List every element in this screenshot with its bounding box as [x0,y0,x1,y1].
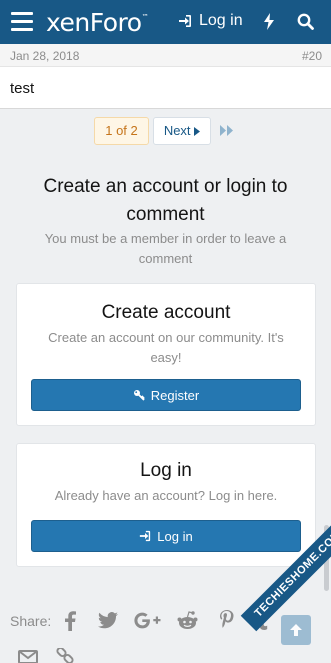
login-card: Log in Already have an account? Log in h… [16,443,316,567]
pagination: 1 of 2 Next [0,117,331,145]
page-indicator[interactable]: 1 of 2 [94,117,149,145]
header-login-button[interactable]: Log in [178,12,243,30]
arrow-up-icon [290,624,302,636]
pinterest-icon[interactable] [220,610,234,630]
google-plus-icon[interactable] [134,612,161,629]
register-label: Register [150,387,200,403]
search-icon[interactable] [297,13,314,30]
post-body: test [10,80,35,97]
caret-right-icon [194,127,201,136]
reddit-icon[interactable] [177,611,198,630]
menu-icon[interactable] [11,12,33,31]
comment-cta-title: Create an account or login to comment [43,176,288,225]
next-page-label: Next [163,123,191,138]
sign-in-icon [179,15,191,27]
create-account-card: Create account Create an account on our … [16,283,316,426]
email-icon[interactable] [18,650,38,663]
login-button[interactable]: Log in [31,520,301,552]
create-account-description: Create an account on our community. It's… [48,330,284,365]
link-icon[interactable] [56,648,74,663]
last-page-icon[interactable] [220,125,234,136]
login-title: Log in [140,460,192,481]
logo-trademark: ™ [141,13,149,21]
post-date[interactable]: Jan 28, 2018 [10,49,79,63]
share-label: Share: [10,613,52,629]
comment-cta-subtitle: You must be a member in order to leave a… [44,231,287,266]
key-icon [133,390,145,401]
sign-in-icon [140,530,151,542]
post-meta: Jan 28, 2018 #20 [0,44,331,67]
create-account-title: Create account [101,302,231,323]
register-button[interactable]: Register [31,379,301,411]
facebook-icon[interactable] [64,611,76,631]
login-description: Already have an account? Log in here. [54,488,278,503]
site-logo[interactable]: xenForo™ [46,8,149,37]
next-page-button[interactable]: Next [153,117,211,145]
logo-text: xenForo [46,8,142,37]
post-number[interactable]: #20 [302,49,322,63]
bolt-icon[interactable] [263,13,275,30]
scroll-to-top-button[interactable] [281,615,311,645]
post: Jan 28, 2018 #20 test [0,44,331,109]
login-button-label: Log in [157,528,193,544]
twitter-icon[interactable] [98,612,118,629]
header-login-label: Log in [199,12,243,29]
top-header: xenForo™ Log in [0,0,331,44]
